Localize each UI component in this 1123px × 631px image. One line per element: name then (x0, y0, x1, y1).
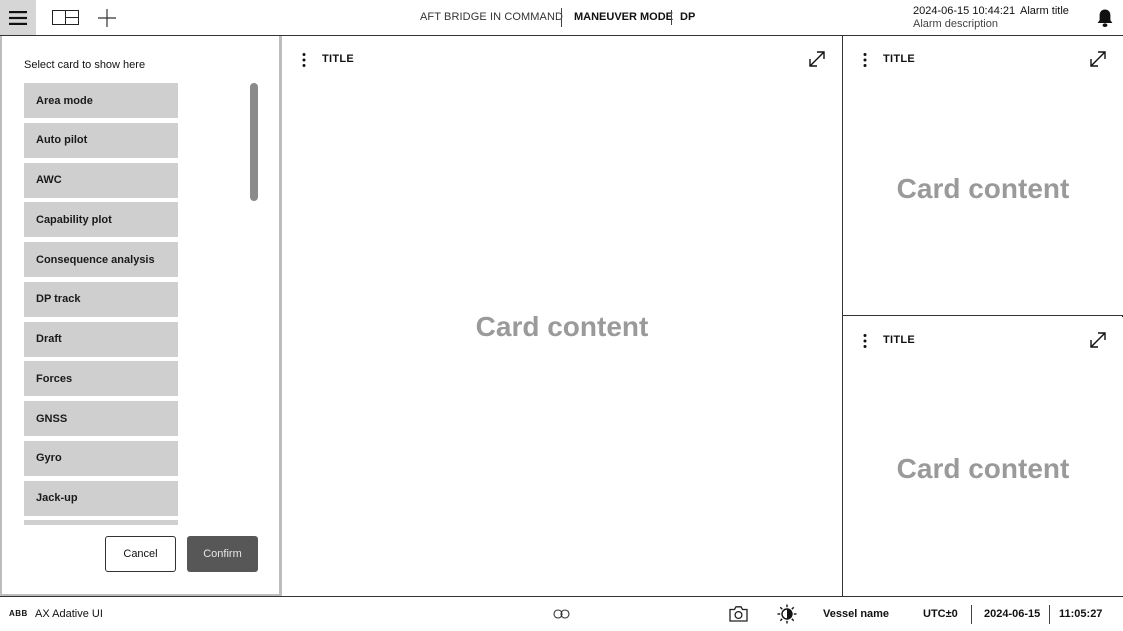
brightness-icon[interactable] (777, 604, 797, 624)
card-title: TITLE (883, 53, 916, 65)
utc-offset: UTC±0 (923, 608, 958, 620)
vessel-name: Vessel name (823, 608, 890, 620)
current-time: 11:05:27 (1059, 608, 1103, 620)
alarm-timestamp: 2024-06-15 10:44:21 (913, 5, 1016, 17)
bottom-bar: ABB AX Adative UI Vessel name UTC±0 2024… (0, 596, 1123, 631)
list-item[interactable]: Jack-up (24, 480, 178, 516)
card-content-placeholder: Card content (896, 173, 1070, 204)
expand-icon[interactable] (1089, 50, 1107, 68)
divider (1049, 605, 1050, 624)
expand-icon[interactable] (1089, 331, 1107, 349)
card-title: TITLE (883, 334, 916, 346)
card-bottom-right: TITLE Card content (843, 317, 1123, 596)
link-icon[interactable] (552, 609, 572, 619)
list-item[interactable] (24, 520, 178, 525)
list-item[interactable]: Consequence analysis (24, 242, 178, 277)
layout-icon[interactable] (52, 10, 79, 25)
list-item[interactable]: DP track (24, 281, 178, 317)
card-top-right: TITLE Card content (843, 36, 1123, 316)
list-item[interactable]: Forces (24, 361, 178, 397)
kebab-menu-icon[interactable] (859, 52, 871, 68)
top-bar: AFT BRIDGE IN COMMAND MANEUVER MODE DP 2… (0, 0, 1123, 36)
brand-logo: ABB (9, 609, 28, 618)
alarm-title[interactable]: Alarm title (1020, 5, 1069, 17)
kebab-menu-icon[interactable] (859, 333, 871, 349)
camera-icon[interactable] (729, 605, 748, 622)
list-item[interactable]: GNSS (24, 401, 178, 436)
current-date: 2024-06-15 (984, 608, 1041, 620)
card-list[interactable]: Area mode Auto pilot AWC Capability plot… (24, 83, 180, 525)
divider (671, 10, 672, 25)
card-content-placeholder: Card content (475, 311, 649, 342)
list-item[interactable]: Draft (24, 321, 178, 357)
submode-dp[interactable]: DP (680, 11, 695, 23)
divider (971, 605, 972, 624)
card-main: TITLE Card content (282, 36, 843, 596)
bell-icon[interactable] (1096, 8, 1114, 28)
plus-icon[interactable] (97, 8, 117, 28)
command-status: AFT BRIDGE IN COMMAND (420, 11, 564, 23)
confirm-button[interactable]: Confirm (187, 536, 258, 572)
card-selector-panel: Select card to show here Area mode Auto … (0, 36, 282, 596)
menu-button[interactable] (0, 0, 36, 35)
divider (561, 8, 562, 27)
card-title: TITLE (322, 53, 355, 65)
card-content-placeholder: Card content (896, 453, 1070, 484)
selector-heading: Select card to show here (24, 59, 146, 71)
list-item[interactable]: Gyro (24, 440, 178, 476)
cancel-button[interactable]: Cancel (105, 536, 176, 572)
kebab-menu-icon[interactable] (298, 52, 310, 68)
hamburger-icon (9, 10, 27, 25)
list-item[interactable]: Area mode (24, 83, 178, 118)
app-name: AX Adative UI (35, 608, 103, 620)
expand-icon[interactable] (808, 50, 826, 68)
list-item[interactable]: Auto pilot (24, 122, 178, 158)
maneuver-mode[interactable]: MANEUVER MODE (574, 11, 673, 23)
list-item[interactable]: AWC (24, 162, 178, 198)
alarm-description: Alarm description (913, 18, 998, 30)
list-scrollbar[interactable] (250, 83, 258, 201)
list-item[interactable]: Capability plot (24, 202, 178, 238)
